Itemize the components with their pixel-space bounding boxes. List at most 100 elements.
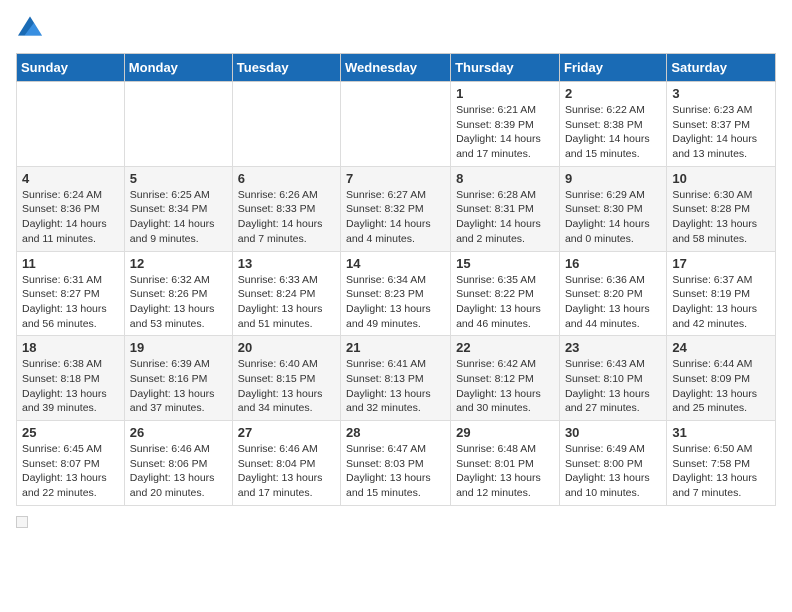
calendar-cell: 26 Sunrise: 6:46 AM Sunset: 8:06 PM Dayli… (124, 421, 232, 506)
day-info: Sunrise: 6:42 AM Sunset: 8:12 PM Dayligh… (456, 357, 554, 416)
calendar-cell: 23 Sunrise: 6:43 AM Sunset: 8:10 PM Dayli… (559, 336, 666, 421)
calendar-cell: 5 Sunrise: 6:25 AM Sunset: 8:34 PM Daylig… (124, 166, 232, 251)
calendar-cell: 8 Sunrise: 6:28 AM Sunset: 8:31 PM Daylig… (451, 166, 560, 251)
day-number: 11 (22, 256, 119, 271)
day-number: 6 (238, 171, 335, 186)
calendar-cell: 12 Sunrise: 6:32 AM Sunset: 8:26 PM Dayli… (124, 251, 232, 336)
day-number: 24 (672, 340, 770, 355)
day-of-week-header: Monday (124, 54, 232, 82)
calendar-cell: 2 Sunrise: 6:22 AM Sunset: 8:38 PM Daylig… (559, 82, 666, 167)
day-number: 15 (456, 256, 554, 271)
calendar-header-row: SundayMondayTuesdayWednesdayThursdayFrid… (17, 54, 776, 82)
day-info: Sunrise: 6:30 AM Sunset: 8:28 PM Dayligh… (672, 188, 770, 247)
day-info: Sunrise: 6:24 AM Sunset: 8:36 PM Dayligh… (22, 188, 119, 247)
day-number: 1 (456, 86, 554, 101)
day-number: 28 (346, 425, 445, 440)
day-of-week-header: Tuesday (232, 54, 340, 82)
day-info: Sunrise: 6:21 AM Sunset: 8:39 PM Dayligh… (456, 103, 554, 162)
day-of-week-header: Sunday (17, 54, 125, 82)
day-of-week-header: Thursday (451, 54, 560, 82)
day-info: Sunrise: 6:43 AM Sunset: 8:10 PM Dayligh… (565, 357, 661, 416)
day-number: 16 (565, 256, 661, 271)
day-number: 8 (456, 171, 554, 186)
day-number: 4 (22, 171, 119, 186)
calendar-cell: 29Sunrise: 6:48 AM Sunset: 8:01 PM Dayli… (451, 421, 560, 506)
calendar-cell: 21Sunrise: 6:41 AM Sunset: 8:13 PM Dayli… (341, 336, 451, 421)
day-number: 27 (238, 425, 335, 440)
day-number: 25 (22, 425, 119, 440)
day-number: 20 (238, 340, 335, 355)
day-info: Sunrise: 6:33 AM Sunset: 8:24 PM Dayligh… (238, 273, 335, 332)
day-info: Sunrise: 6:38 AM Sunset: 8:18 PM Dayligh… (22, 357, 119, 416)
day-info: Sunrise: 6:25 AM Sunset: 8:34 PM Dayligh… (130, 188, 227, 247)
day-number: 9 (565, 171, 661, 186)
day-number: 23 (565, 340, 661, 355)
day-info: Sunrise: 6:28 AM Sunset: 8:31 PM Dayligh… (456, 188, 554, 247)
calendar-cell: 30 Sunrise: 6:49 AM Sunset: 8:00 PM Dayli… (559, 421, 666, 506)
calendar-cell: 17 Sunrise: 6:37 AM Sunset: 8:19 PM Dayli… (667, 251, 776, 336)
calendar-cell: 10 Sunrise: 6:30 AM Sunset: 8:28 PM Dayli… (667, 166, 776, 251)
day-number: 7 (346, 171, 445, 186)
day-info: Sunrise: 6:29 AM Sunset: 8:30 PM Dayligh… (565, 188, 661, 247)
day-number: 12 (130, 256, 227, 271)
day-info: Sunrise: 6:35 AM Sunset: 8:22 PM Dayligh… (456, 273, 554, 332)
day-info: Sunrise: 6:48 AM Sunset: 8:01 PM Dayligh… (456, 442, 554, 501)
calendar-cell: 13 Sunrise: 6:33 AM Sunset: 8:24 PM Dayli… (232, 251, 340, 336)
day-info: Sunrise: 6:44 AM Sunset: 8:09 PM Dayligh… (672, 357, 770, 416)
day-info: Sunrise: 6:27 AM Sunset: 8:32 PM Dayligh… (346, 188, 445, 247)
day-info: Sunrise: 6:46 AM Sunset: 8:06 PM Dayligh… (130, 442, 227, 501)
calendar-cell: 6Sunrise: 6:26 AM Sunset: 8:33 PM Daylig… (232, 166, 340, 251)
logo-icon (18, 16, 42, 36)
calendar-cell: 1 Sunrise: 6:21 AM Sunset: 8:39 PM Daylig… (451, 82, 560, 167)
day-info: Sunrise: 6:32 AM Sunset: 8:26 PM Dayligh… (130, 273, 227, 332)
calendar-week-row: 4 Sunrise: 6:24 AM Sunset: 8:36 PM Daylig… (17, 166, 776, 251)
calendar-cell: 18 Sunrise: 6:38 AM Sunset: 8:18 PM Dayli… (17, 336, 125, 421)
calendar-cell (17, 82, 125, 167)
calendar-cell: 25Sunrise: 6:45 AM Sunset: 8:07 PM Dayli… (17, 421, 125, 506)
day-number: 10 (672, 171, 770, 186)
calendar-cell: 20 Sunrise: 6:40 AM Sunset: 8:15 PM Dayli… (232, 336, 340, 421)
calendar-cell: 22 Sunrise: 6:42 AM Sunset: 8:12 PM Dayli… (451, 336, 560, 421)
day-info: Sunrise: 6:37 AM Sunset: 8:19 PM Dayligh… (672, 273, 770, 332)
calendar-cell (124, 82, 232, 167)
calendar-cell (341, 82, 451, 167)
day-info: Sunrise: 6:47 AM Sunset: 8:03 PM Dayligh… (346, 442, 445, 501)
day-number: 5 (130, 171, 227, 186)
calendar-cell: 3Sunrise: 6:23 AM Sunset: 8:37 PM Daylig… (667, 82, 776, 167)
day-number: 19 (130, 340, 227, 355)
day-number: 26 (130, 425, 227, 440)
day-info: Sunrise: 6:23 AM Sunset: 8:37 PM Dayligh… (672, 103, 770, 162)
calendar-cell: 31 Sunrise: 6:50 AM Sunset: 7:58 PM Dayli… (667, 421, 776, 506)
day-info: Sunrise: 6:39 AM Sunset: 8:16 PM Dayligh… (130, 357, 227, 416)
day-info: Sunrise: 6:31 AM Sunset: 8:27 PM Dayligh… (22, 273, 119, 332)
daylight-box (16, 516, 28, 528)
day-number: 21 (346, 340, 445, 355)
day-number: 30 (565, 425, 661, 440)
calendar-cell: 15 Sunrise: 6:35 AM Sunset: 8:22 PM Dayli… (451, 251, 560, 336)
day-number: 13 (238, 256, 335, 271)
day-of-week-header: Saturday (667, 54, 776, 82)
day-info: Sunrise: 6:40 AM Sunset: 8:15 PM Dayligh… (238, 357, 335, 416)
day-info: Sunrise: 6:36 AM Sunset: 8:20 PM Dayligh… (565, 273, 661, 332)
calendar-cell: 16 Sunrise: 6:36 AM Sunset: 8:20 PM Dayli… (559, 251, 666, 336)
calendar-cell (232, 82, 340, 167)
calendar-cell: 7 Sunrise: 6:27 AM Sunset: 8:32 PM Daylig… (341, 166, 451, 251)
day-info: Sunrise: 6:50 AM Sunset: 7:58 PM Dayligh… (672, 442, 770, 501)
logo-text (16, 16, 42, 41)
day-info: Sunrise: 6:22 AM Sunset: 8:38 PM Dayligh… (565, 103, 661, 162)
calendar-cell: 14Sunrise: 6:34 AM Sunset: 8:23 PM Dayli… (341, 251, 451, 336)
logo (16, 16, 42, 41)
day-number: 31 (672, 425, 770, 440)
day-info: Sunrise: 6:49 AM Sunset: 8:00 PM Dayligh… (565, 442, 661, 501)
calendar-cell: 27Sunrise: 6:46 AM Sunset: 8:04 PM Dayli… (232, 421, 340, 506)
calendar-table: SundayMondayTuesdayWednesdayThursdayFrid… (16, 53, 776, 506)
calendar-week-row: 25Sunrise: 6:45 AM Sunset: 8:07 PM Dayli… (17, 421, 776, 506)
calendar-week-row: 11 Sunrise: 6:31 AM Sunset: 8:27 PM Dayli… (17, 251, 776, 336)
calendar-cell: 28 Sunrise: 6:47 AM Sunset: 8:03 PM Dayli… (341, 421, 451, 506)
day-number: 18 (22, 340, 119, 355)
day-number: 22 (456, 340, 554, 355)
calendar-cell: 24 Sunrise: 6:44 AM Sunset: 8:09 PM Dayli… (667, 336, 776, 421)
day-number: 2 (565, 86, 661, 101)
calendar-week-row: 1 Sunrise: 6:21 AM Sunset: 8:39 PM Daylig… (17, 82, 776, 167)
day-number: 17 (672, 256, 770, 271)
